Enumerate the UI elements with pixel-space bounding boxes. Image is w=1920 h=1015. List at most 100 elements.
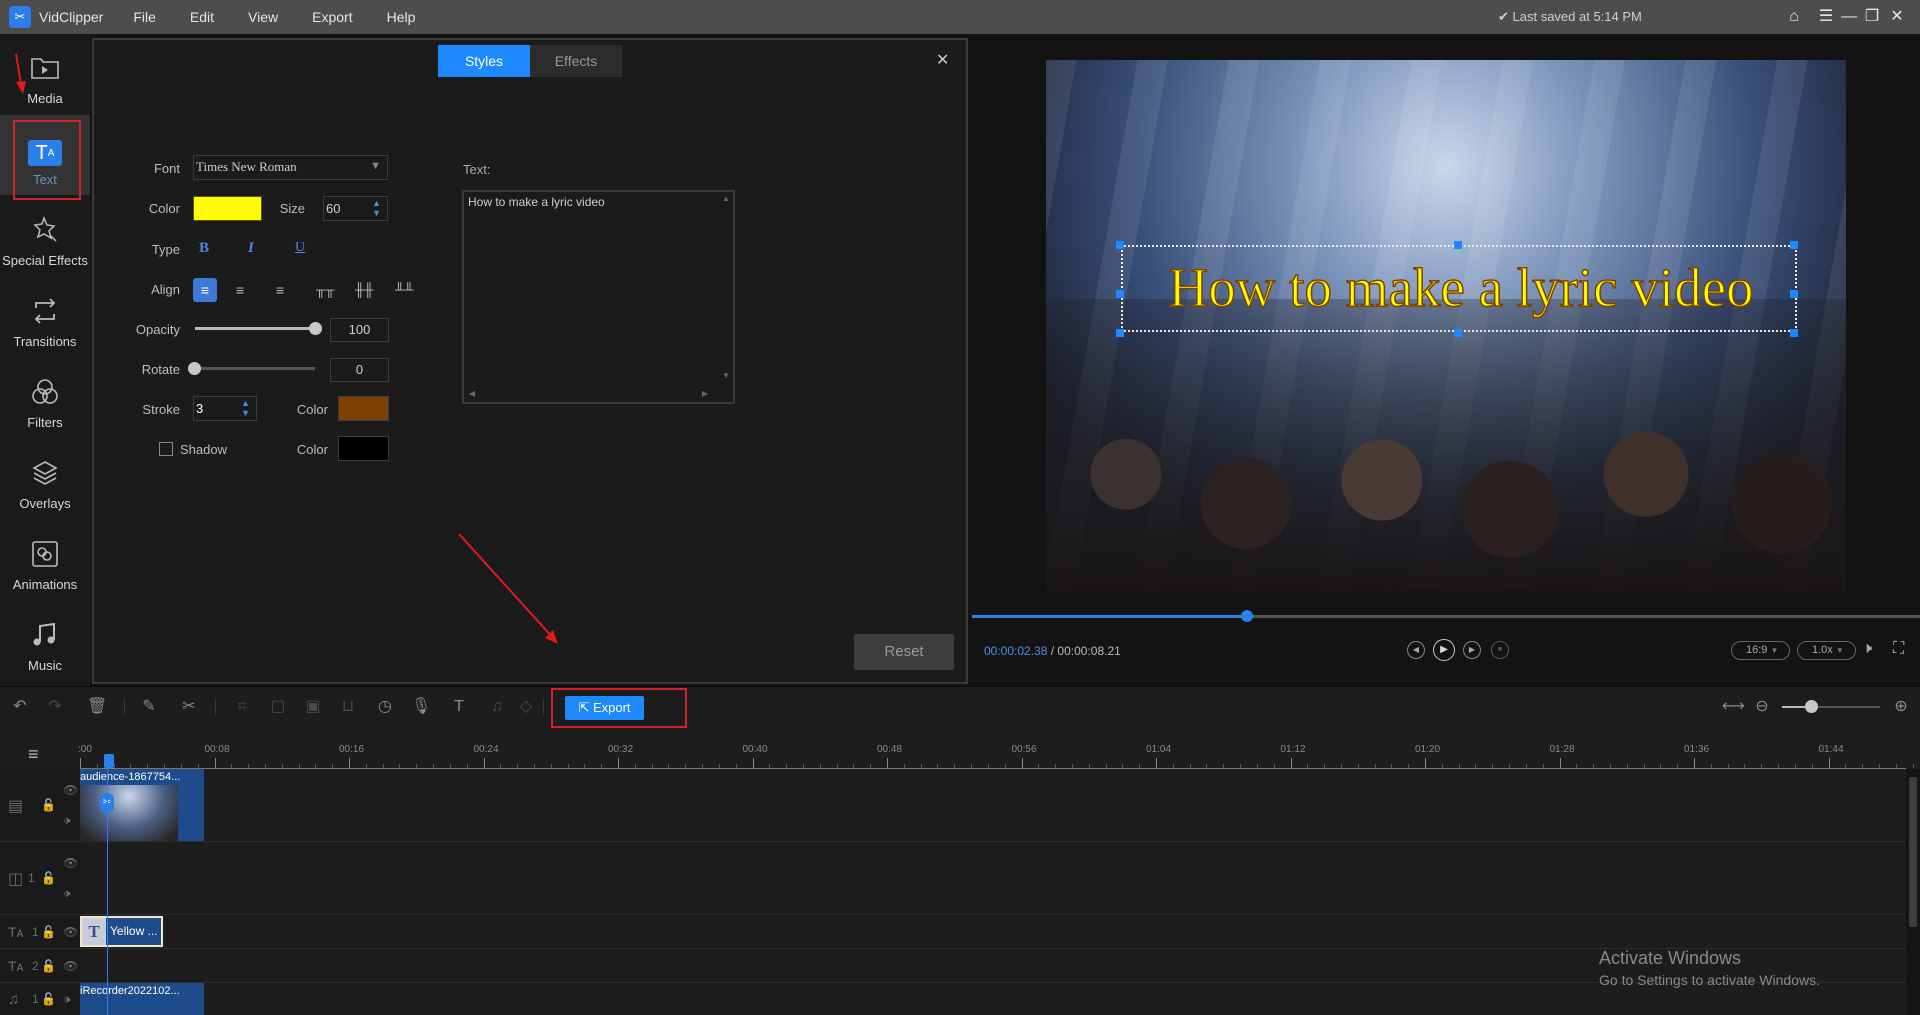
speed-clock-icon[interactable]: ◷ xyxy=(375,697,395,717)
rotate-input[interactable]: 0 xyxy=(330,358,389,382)
font-select[interactable]: Times New Roman ▼ xyxy=(193,155,388,180)
stroke-stepper[interactable]: 3 ▲ ▼ xyxy=(193,396,257,421)
stroke-color-swatch[interactable] xyxy=(338,396,389,421)
playback-progress-handle[interactable] xyxy=(1240,610,1253,622)
crop-icon[interactable]: ⌗ xyxy=(232,697,252,717)
align-center-icon[interactable]: ≡ xyxy=(236,278,244,302)
sidebar-item-special-effects[interactable]: Special Effects xyxy=(0,196,90,276)
tab-effects[interactable]: Effects xyxy=(530,45,622,77)
visibility-icon[interactable]: 👁 xyxy=(63,783,78,797)
rotate-icon[interactable]: ▢ xyxy=(268,697,288,717)
timeline-ruler[interactable]: :00 00:08 00:16 00:24 00:32 00:40 00:48 00:56 01… xyxy=(78,740,1914,769)
resize-handle[interactable] xyxy=(1454,241,1462,249)
playhead-line[interactable] xyxy=(107,762,108,1015)
italic-button[interactable]: I xyxy=(248,240,254,257)
next-frame-icon[interactable]: ▶ xyxy=(1463,641,1481,659)
resize-handle[interactable] xyxy=(1790,290,1798,298)
menu-view[interactable]: View xyxy=(248,9,278,25)
align-right-icon[interactable]: ≡ xyxy=(276,278,284,302)
freeze-frame-icon[interactable]: ⊔ xyxy=(338,697,358,717)
underline-button[interactable]: U xyxy=(295,240,305,256)
rotate-slider-handle[interactable] xyxy=(188,362,201,375)
menu-file[interactable]: File xyxy=(133,9,156,25)
scroll-up-icon[interactable]: ▲ xyxy=(722,194,730,203)
audio-detach-icon[interactable]: ♫ xyxy=(487,697,507,717)
lock-icon[interactable]: 🔓 xyxy=(41,871,56,885)
align-top-icon[interactable]: ╥╥ xyxy=(316,278,334,302)
visibility-icon[interactable]: 👁 xyxy=(63,925,78,939)
redo-icon[interactable]: ↷ xyxy=(45,697,65,717)
visibility-icon[interactable]: 👁 xyxy=(63,856,78,870)
delete-icon[interactable]: 🗑 xyxy=(87,697,107,717)
playback-speed-select[interactable]: 1.0x ▼ xyxy=(1797,641,1856,660)
align-bottom-icon[interactable]: ╨╨ xyxy=(395,278,413,302)
sidebar-item-music[interactable]: Music xyxy=(0,601,90,681)
resize-handle[interactable] xyxy=(1116,290,1124,298)
resize-handle[interactable] xyxy=(1116,329,1124,337)
play-icon[interactable]: ▶ xyxy=(1433,639,1455,661)
opacity-slider-track[interactable] xyxy=(195,327,315,330)
split-icon[interactable]: ✂ xyxy=(179,697,199,717)
shadow-checkbox[interactable] xyxy=(159,442,173,456)
zoom-out-icon[interactable]: ⊖ xyxy=(1752,697,1772,717)
maximize-icon[interactable]: ❐ xyxy=(1861,6,1883,28)
overlay-text[interactable]: How to make a lyric video xyxy=(1126,248,1796,328)
video-clip[interactable]: audience-1867754... ✂ xyxy=(80,769,204,841)
bold-button[interactable]: B xyxy=(199,240,209,257)
mute-icon[interactable]: 🕩 xyxy=(63,992,71,1007)
aspect-ratio-select[interactable]: 16:9 ▼ xyxy=(1731,641,1790,660)
lock-icon[interactable]: 🔓 xyxy=(41,959,56,973)
reset-button[interactable]: Reset xyxy=(854,634,954,670)
timeline-scrollbar[interactable] xyxy=(1906,769,1920,1015)
audio-clip[interactable]: iRecorder2022102... xyxy=(80,983,204,1015)
menu-export[interactable]: Export xyxy=(312,9,352,25)
visibility-icon[interactable]: 👁 xyxy=(63,959,78,973)
video-frame[interactable]: How to make a lyric video xyxy=(1046,60,1846,591)
opacity-slider-handle[interactable] xyxy=(309,322,322,335)
sidebar-item-filters[interactable]: Filters xyxy=(0,358,90,438)
menu-icon[interactable]: ☰ xyxy=(1815,6,1837,28)
volume-icon[interactable]: 🕨 xyxy=(1862,640,1872,658)
resize-handle[interactable] xyxy=(1790,329,1798,337)
menu-help[interactable]: Help xyxy=(387,9,416,25)
tab-styles[interactable]: Styles xyxy=(438,45,530,77)
text-content-input[interactable]: How to make a lyric video ▲ ▼ ◀ ▶ xyxy=(462,190,735,404)
previous-frame-icon[interactable]: ◀ xyxy=(1407,641,1425,659)
undo-icon[interactable]: ↶ xyxy=(10,697,30,717)
resize-handle[interactable] xyxy=(1790,241,1798,249)
mute-icon[interactable]: 🕩 xyxy=(63,886,71,901)
minimize-icon[interactable]: — xyxy=(1838,6,1860,28)
sidebar-item-overlays[interactable]: Overlays xyxy=(0,439,90,519)
scroll-left-icon[interactable]: ◀ xyxy=(469,389,475,398)
menu-edit[interactable]: Edit xyxy=(190,9,214,25)
text-to-speech-icon[interactable]: T xyxy=(449,697,469,717)
voiceover-mic-icon[interactable]: 🎙 xyxy=(411,697,431,717)
text-clip[interactable]: T Yellow ... xyxy=(80,916,163,947)
home-icon[interactable]: ⌂ xyxy=(1783,6,1805,28)
shadow-color-swatch[interactable] xyxy=(338,436,389,461)
scroll-down-icon[interactable]: ▼ xyxy=(722,371,730,380)
align-left-icon[interactable]: ≡ xyxy=(193,278,217,302)
lock-icon[interactable]: 🔓 xyxy=(41,992,56,1006)
mute-icon[interactable]: 🕩 xyxy=(63,813,71,828)
resize-handle[interactable] xyxy=(1116,241,1124,249)
sidebar-item-transitions[interactable]: Transitions xyxy=(0,277,90,357)
lock-icon[interactable]: 🔓 xyxy=(41,798,56,812)
fit-timeline-icon[interactable]: ⟷ xyxy=(1722,697,1745,717)
edit-icon[interactable]: ✎ xyxy=(139,697,159,717)
opacity-input[interactable]: 100 xyxy=(330,318,389,342)
size-stepper[interactable]: 60 ▲ ▼ xyxy=(323,196,388,221)
fullscreen-icon[interactable]: ⛶ xyxy=(1893,640,1904,658)
sidebar-item-animations[interactable]: Animations xyxy=(0,520,90,600)
stepper-arrows-icon[interactable]: ▲ ▼ xyxy=(241,398,250,418)
scrollbar-thumb[interactable] xyxy=(1909,777,1917,927)
stepper-arrows-icon[interactable]: ▲ ▼ xyxy=(372,198,381,218)
align-middle-icon[interactable]: ╫╫ xyxy=(355,278,373,302)
mosaic-icon[interactable]: ▣ xyxy=(303,697,323,717)
lock-icon[interactable]: 🔓 xyxy=(41,925,56,939)
stop-icon[interactable]: ■ xyxy=(1491,641,1509,659)
close-panel-icon[interactable]: ✕ xyxy=(936,50,949,70)
marker-icon[interactable]: ◇ xyxy=(516,697,536,717)
resize-handle[interactable] xyxy=(1454,329,1462,337)
close-icon[interactable]: ✕ xyxy=(1886,6,1908,28)
